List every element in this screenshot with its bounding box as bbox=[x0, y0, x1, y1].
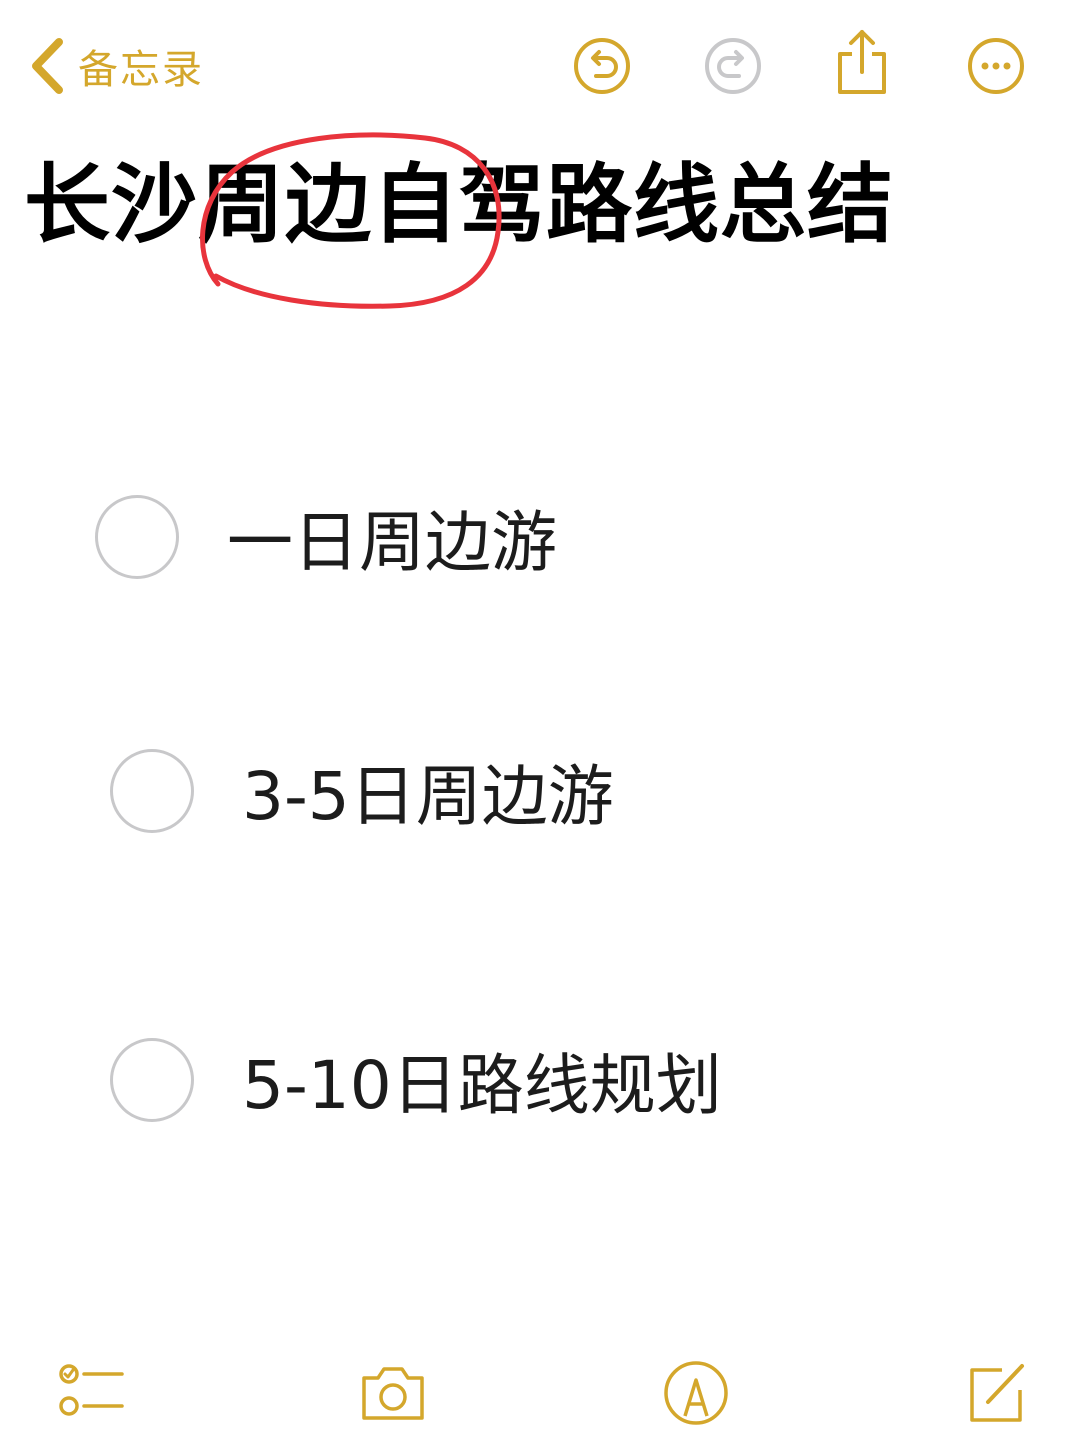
checklist-item-label[interactable]: 3-5日周边游 bbox=[242, 743, 614, 839]
checkbox[interactable] bbox=[110, 1038, 194, 1122]
checkbox[interactable] bbox=[110, 749, 194, 833]
checklist-item-label[interactable]: 一日周边游 bbox=[227, 489, 557, 585]
more-icon bbox=[968, 38, 1024, 94]
camera-icon bbox=[362, 1367, 424, 1420]
checklist-icon bbox=[59, 1364, 124, 1416]
compose-icon bbox=[970, 1364, 1024, 1422]
markup-pen-icon bbox=[664, 1361, 728, 1425]
checkbox[interactable] bbox=[95, 495, 179, 579]
note-title[interactable]: 长沙周边自驾路线总结 bbox=[24, 158, 894, 253]
checklist-item: 5-10日路线规划 bbox=[110, 1032, 722, 1128]
checklist-item-label[interactable]: 5-10日路线规划 bbox=[242, 1032, 722, 1128]
markup-button[interactable] bbox=[661, 1358, 731, 1428]
share-icon bbox=[838, 30, 886, 94]
checklist-item: 一日周边游 bbox=[95, 489, 557, 585]
share-button[interactable] bbox=[832, 28, 892, 96]
more-button[interactable] bbox=[966, 36, 1026, 96]
bottom-toolbar bbox=[0, 1340, 1080, 1443]
redo-button[interactable] bbox=[703, 36, 763, 96]
top-navigation-bar: 备忘录 bbox=[0, 0, 1080, 130]
redo-icon bbox=[705, 38, 761, 94]
undo-icon bbox=[574, 38, 630, 94]
compose-button[interactable] bbox=[962, 1358, 1032, 1428]
camera-button[interactable] bbox=[358, 1358, 428, 1428]
checklist-button[interactable] bbox=[56, 1358, 126, 1428]
undo-button[interactable] bbox=[572, 36, 632, 96]
back-button[interactable]: 备忘录 bbox=[28, 34, 204, 98]
chevron-left-icon bbox=[32, 38, 63, 94]
back-label: 备忘录 bbox=[78, 47, 204, 93]
checklist-item: 3-5日周边游 bbox=[110, 743, 614, 839]
